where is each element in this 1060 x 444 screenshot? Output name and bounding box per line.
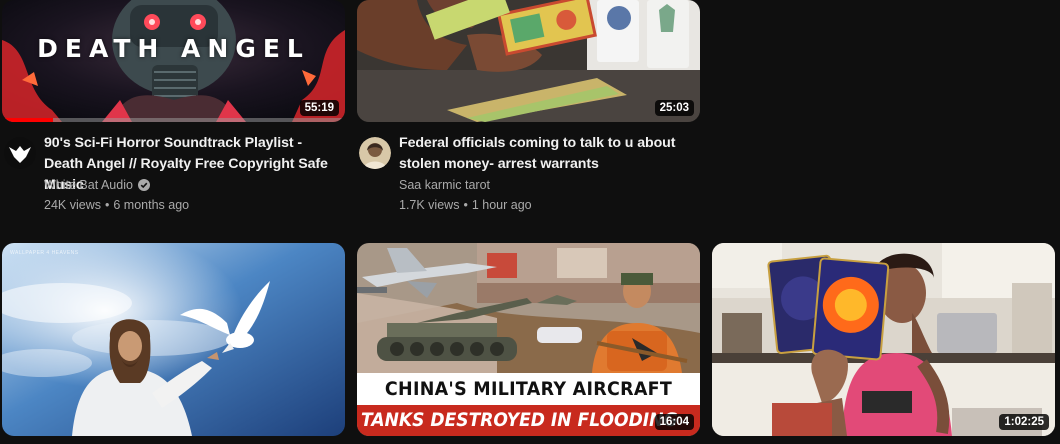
video-title[interactable]: Federal officials coming to talk to u ab…	[399, 133, 689, 175]
channel-name-row: Saa karmic tarot	[399, 178, 490, 192]
upload-age: 6 months ago	[113, 198, 190, 212]
verified-check-icon	[137, 179, 150, 191]
thumbnail-title-text: DEATH ANGEL	[37, 34, 310, 63]
video-thumbnail[interactable]: WALLPAPER 4 HEAVENS	[2, 243, 345, 436]
channel-name[interactable]: Saa karmic tarot	[399, 178, 490, 192]
channel-name-row: White Bat Audio	[44, 178, 150, 192]
channel-avatar[interactable]	[4, 137, 36, 169]
video-stats: 24K views • 6 months ago	[44, 198, 189, 212]
view-count: 24K views	[44, 198, 101, 212]
watch-progress-bar	[2, 118, 345, 122]
video-stats: 1.7K views • 1 hour ago	[399, 198, 532, 212]
channel-name[interactable]: White Bat Audio	[44, 178, 133, 192]
channel-avatar[interactable]	[359, 137, 391, 169]
video-thumbnail[interactable]: 25:03	[357, 0, 700, 122]
thumbnail-image	[2, 243, 345, 436]
thumbnail-image	[712, 243, 1055, 436]
video-duration: 1:02:25	[999, 414, 1049, 430]
video-duration: 25:03	[654, 100, 694, 116]
video-thumbnail[interactable]: CHINA'S MILITARY AIRCRAFT TANKS DESTROYE…	[357, 243, 700, 436]
thumbnail-image	[357, 0, 700, 122]
video-details: Federal officials coming to talk to u ab…	[357, 133, 700, 223]
video-details: 90's Sci-Fi Horror Soundtrack Playlist -…	[2, 133, 345, 223]
upload-age: 1 hour ago	[471, 198, 532, 212]
video-duration: 55:19	[299, 100, 339, 116]
thumbnail-headline-1: CHINA'S MILITARY AIRCRAFT	[384, 378, 673, 400]
avatar-photo-icon	[359, 137, 391, 169]
white-bat-logo-icon	[4, 137, 36, 169]
stats-separator: •	[104, 198, 110, 212]
thumbnail-image	[357, 243, 700, 436]
video-thumbnail[interactable]: 1:02:25	[712, 243, 1055, 436]
watch-progress-fill	[2, 118, 54, 122]
video-duration: 16:04	[654, 414, 694, 430]
view-count: 1.7K views	[399, 198, 460, 212]
thumbnail-headline-2: TANKS DESTROYED IN FLOODING	[361, 409, 678, 431]
video-thumbnail[interactable]: DEATH ANGEL 55:19	[2, 0, 345, 122]
stats-separator: •	[463, 198, 468, 212]
thumbnail-watermark-text: WALLPAPER 4 HEAVENS	[10, 250, 79, 256]
